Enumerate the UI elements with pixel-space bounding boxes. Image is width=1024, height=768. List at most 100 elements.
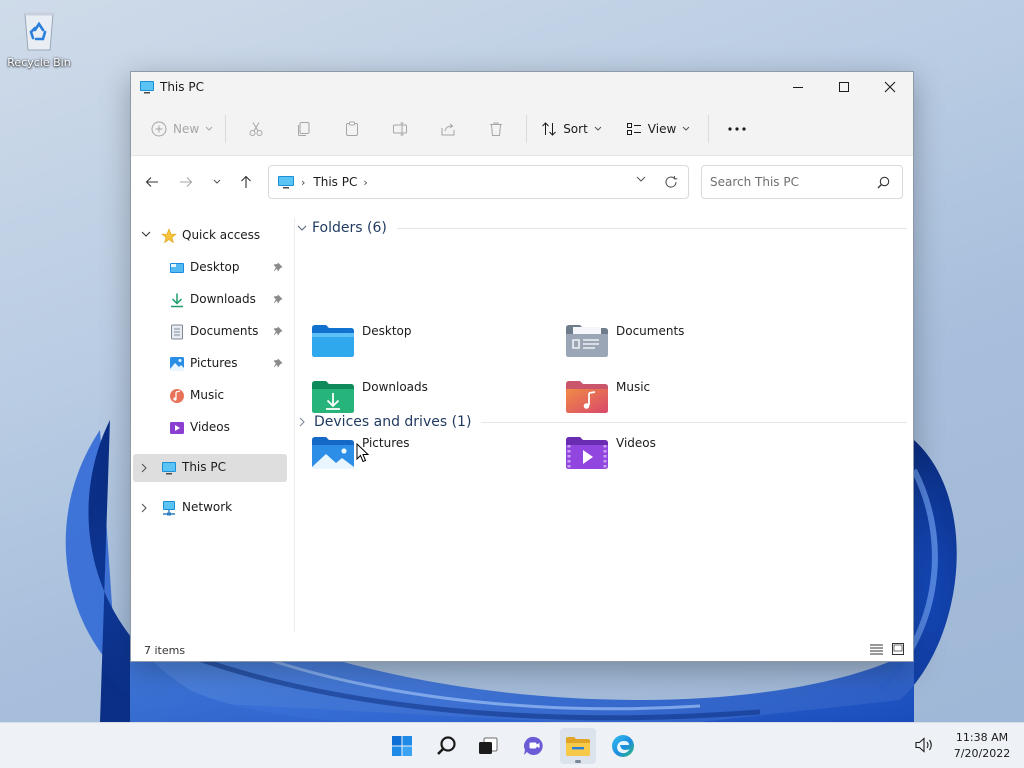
forward-button[interactable]: [172, 169, 200, 195]
title-bar[interactable]: This PC: [131, 72, 913, 102]
music-folder-icon: [566, 381, 608, 413]
rename-button[interactable]: [376, 112, 424, 146]
picture-icon: [170, 357, 184, 371]
paste-button[interactable]: [328, 112, 376, 146]
close-button[interactable]: [867, 72, 913, 102]
start-icon: [392, 736, 412, 756]
file-explorer-taskbar-button[interactable]: [560, 728, 596, 764]
large-icons-view-icon[interactable]: [892, 643, 904, 655]
nav-item-desktop[interactable]: Desktop: [133, 254, 287, 282]
share-button[interactable]: [424, 112, 472, 146]
nav-network[interactable]: Network: [133, 494, 287, 522]
navigation-pane: Quick access Desktop Downloads Documents…: [131, 218, 293, 632]
nav-item-pictures[interactable]: Pictures: [133, 350, 287, 378]
folder-name: Desktop: [362, 324, 412, 338]
new-button[interactable]: New: [151, 112, 213, 146]
search-input[interactable]: [710, 175, 870, 189]
sort-icon: [542, 121, 557, 136]
item-count: 7 items: [144, 644, 186, 657]
up-button[interactable]: [232, 169, 260, 195]
edge-button[interactable]: [605, 728, 641, 764]
nav-item-downloads[interactable]: Downloads: [133, 286, 287, 314]
view-icon: [626, 122, 641, 135]
nav-label: Music: [190, 388, 225, 402]
minimize-button[interactable]: [775, 72, 821, 102]
this-pc-icon: [278, 176, 294, 189]
nav-label: Desktop: [190, 260, 240, 274]
toolbar-separator: [225, 114, 227, 143]
nav-quick-access[interactable]: Quick access: [133, 222, 287, 250]
arrow-left-icon: [145, 177, 158, 187]
recycle-bin-label: Recycle Bin: [7, 56, 71, 69]
search-icon: [877, 176, 890, 189]
this-pc-icon: [140, 81, 154, 94]
task-view-button[interactable]: [470, 728, 506, 764]
chat-button[interactable]: [516, 728, 552, 764]
folder-tile-videos[interactable]: Videos: [565, 434, 805, 478]
nav-label: Documents: [190, 324, 259, 338]
star-icon: [161, 228, 177, 244]
command-bar: New Sort View: [131, 102, 913, 156]
breadcrumb-separator[interactable]: ›: [301, 176, 305, 189]
folder-name: Videos: [616, 436, 656, 450]
edge-icon: [612, 735, 634, 757]
nav-item-documents[interactable]: Documents: [133, 318, 287, 346]
recycle-bin-icon: [19, 8, 59, 52]
nav-label: Downloads: [190, 292, 256, 306]
arrow-up-icon: [241, 175, 251, 188]
address-bar[interactable]: › This PC ›: [268, 165, 689, 199]
group-label: Folders (6): [312, 220, 387, 236]
group-header-folders[interactable]: Folders (6): [295, 220, 907, 236]
nav-item-videos[interactable]: Videos: [133, 414, 287, 442]
delete-button[interactable]: [472, 112, 520, 146]
documents-folder-icon: [566, 325, 608, 357]
copy-button[interactable]: [280, 112, 328, 146]
nav-label: Network: [182, 500, 233, 514]
volume-icon[interactable]: [915, 737, 935, 753]
nav-this-pc[interactable]: This PC: [133, 454, 287, 482]
minimize-icon: [793, 87, 803, 88]
desktop-icon-recycle-bin[interactable]: Recycle Bin: [4, 8, 74, 76]
see-more-button[interactable]: [717, 112, 757, 146]
chevron-down-icon[interactable]: [636, 176, 646, 183]
clock[interactable]: 11:38 AM 7/20/2022: [942, 730, 1022, 762]
folder-tile-documents[interactable]: Documents: [565, 322, 805, 366]
status-bar: 7 items: [131, 638, 913, 662]
close-icon: [884, 81, 896, 93]
view-button[interactable]: View: [618, 112, 698, 146]
video-icon: [170, 422, 184, 434]
folder-tile-desktop[interactable]: Desktop: [311, 322, 551, 366]
chevron-down-icon[interactable]: [141, 231, 151, 238]
pictures-folder-icon: [312, 437, 354, 469]
cut-button[interactable]: [232, 112, 280, 146]
nav-item-music[interactable]: Music: [133, 382, 287, 410]
start-button[interactable]: [384, 728, 420, 764]
chevron-right-icon[interactable]: [141, 503, 148, 513]
breadcrumb-separator[interactable]: ›: [363, 176, 367, 189]
chevron-right-icon[interactable]: [141, 463, 148, 473]
delete-icon: [490, 122, 503, 136]
refresh-icon[interactable]: [664, 175, 678, 189]
toolbar-separator: [526, 114, 528, 143]
paste-icon: [346, 121, 359, 136]
search-icon: [437, 736, 456, 755]
maximize-button[interactable]: [821, 72, 867, 102]
caption-buttons: [775, 72, 913, 102]
pin-icon[interactable]: [273, 262, 283, 272]
desktop-folder-icon: [312, 325, 354, 357]
new-label: New: [173, 121, 200, 136]
taskbar-search-button[interactable]: [429, 728, 465, 764]
pin-icon[interactable]: [273, 294, 283, 304]
breadcrumb-this-pc[interactable]: This PC: [313, 175, 357, 189]
folder-tile-pictures[interactable]: Pictures: [311, 434, 551, 478]
group-header-devices[interactable]: Devices and drives (1): [295, 414, 907, 430]
active-app-indicator: [575, 760, 581, 763]
pin-icon[interactable]: [273, 358, 283, 368]
sort-button[interactable]: Sort: [533, 112, 610, 146]
search-box[interactable]: [701, 165, 903, 199]
pin-icon[interactable]: [273, 326, 283, 336]
nav-label: Quick access: [182, 228, 261, 242]
recent-locations-button[interactable]: [203, 169, 231, 195]
details-view-icon[interactable]: [870, 643, 883, 655]
back-button[interactable]: [138, 169, 166, 195]
